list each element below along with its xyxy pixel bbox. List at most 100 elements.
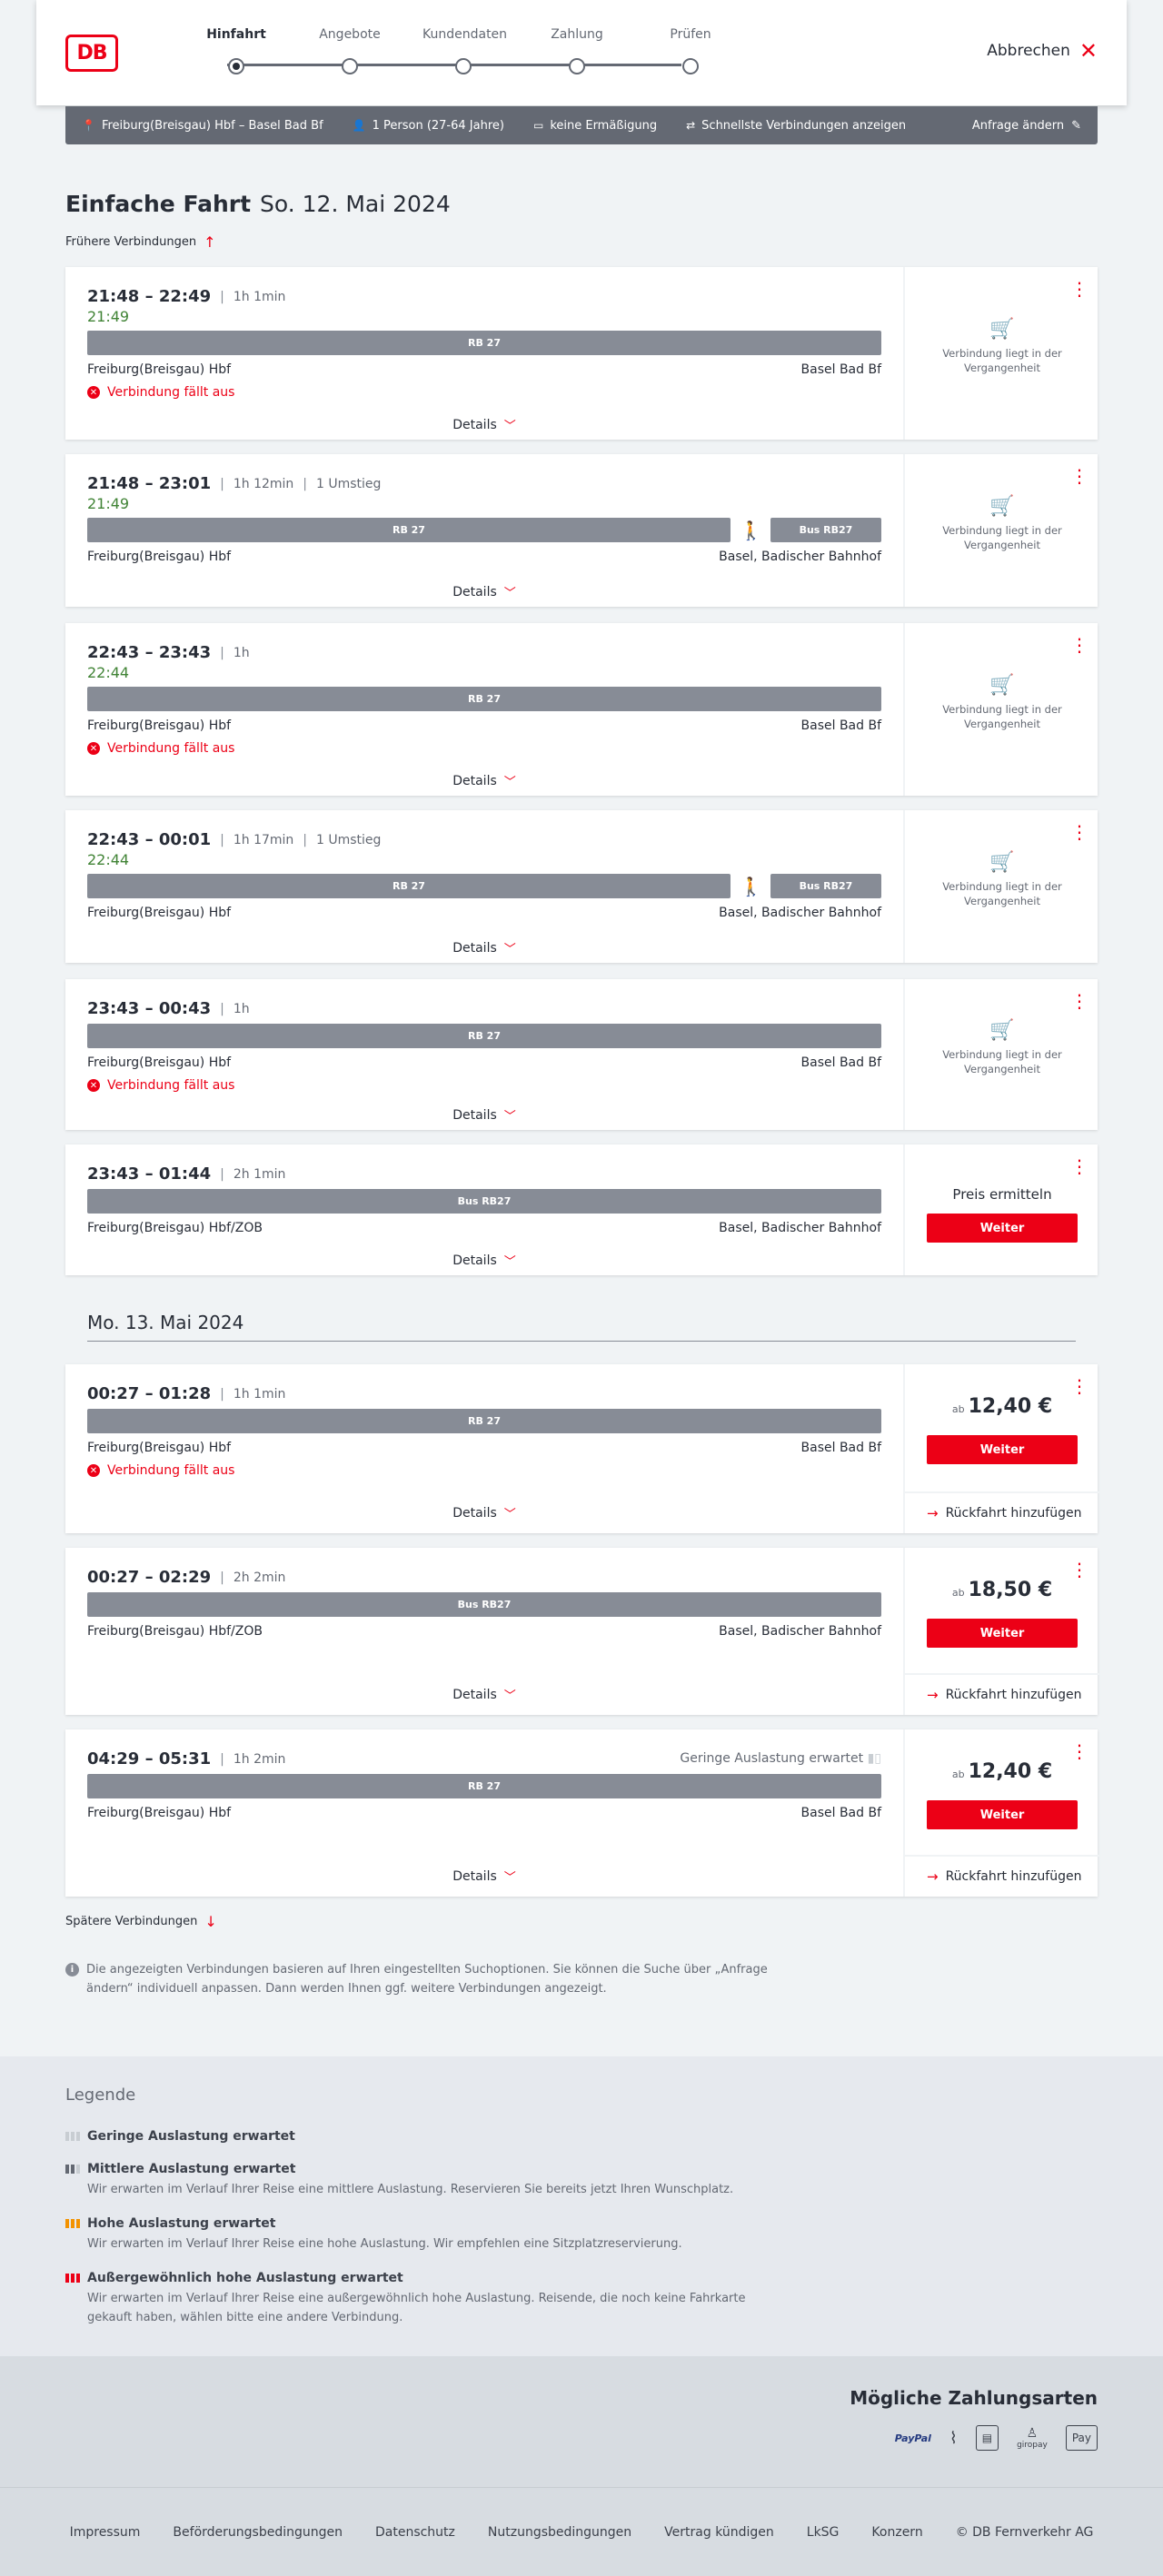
price-display: ab 18,50 € xyxy=(905,1579,1099,1601)
price-value: 12,40 € xyxy=(968,1395,1053,1418)
connection-card[interactable]: 22:43 – 00:01 | 1h 17min | 1 Umstieg 22:44 RB … xyxy=(65,810,1098,963)
connection-times-row: 23:43 – 00:43 | 1h xyxy=(87,999,881,1018)
connection-card[interactable]: 00:27 – 02:29 | 2h 2min Bus RB27 Freiburg(Br… xyxy=(65,1548,1099,1715)
destination-station: Basel Bad Bf xyxy=(800,362,881,377)
more-options-icon[interactable]: ⋮ xyxy=(1070,1377,1088,1395)
connection-card[interactable]: 04:29 – 05:31 | 1h 2min RB 27 Freiburg(Breis… xyxy=(65,1729,1099,1897)
cancel-x-icon: ✕ xyxy=(87,1079,100,1092)
connection-card[interactable]: 23:43 – 00:43 | 1h RB 27 Freiburg(Breisgau) … xyxy=(65,979,1098,1130)
pencil-icon: ✎ xyxy=(1071,118,1081,133)
walking-icon: 🚶 xyxy=(739,875,762,897)
legend-item-description: Wir erwarten im Verlauf Ihrer Reise eine… xyxy=(87,2183,734,2196)
more-options-icon[interactable]: ⋮ xyxy=(1070,280,1088,298)
occupancy-icon xyxy=(65,2165,80,2174)
origin-station: Freiburg(Breisgau) Hbf xyxy=(87,550,232,564)
destination-station: Basel Bad Bf xyxy=(800,718,881,733)
duration: 2h 1min xyxy=(233,1166,286,1182)
continue-button[interactable]: Weiter xyxy=(927,1214,1078,1243)
footer-link[interactable]: LkSG xyxy=(807,2525,840,2540)
route-summary: 📍 Freiburg(Breisgau) Hbf – Basel Bad Bf xyxy=(82,119,323,133)
return-label: Rückfahrt hinzufügen xyxy=(945,1506,1082,1521)
cancellation-text: Verbindung fällt aus xyxy=(107,385,235,400)
footer-link[interactable]: Datenschutz xyxy=(375,2525,455,2540)
realtime-departure: 21:49 xyxy=(87,495,130,512)
more-options-icon[interactable]: ⋮ xyxy=(1070,992,1088,1010)
legend-item: Außergewöhnlich hohe Auslastung erwartet… xyxy=(65,2271,792,2327)
details-label: Details xyxy=(452,773,497,788)
journey-bar: RB 27 🚶 Bus RB27 xyxy=(87,874,881,898)
route-text: Freiburg(Breisgau) Hbf – Basel Bad Bf xyxy=(101,118,323,133)
footer-link[interactable]: Nutzungsbedingungen xyxy=(488,2525,631,2540)
chevron-down-icon: ﹀ xyxy=(503,1110,516,1124)
more-options-icon[interactable]: ⋮ xyxy=(1070,823,1088,841)
more-options-icon[interactable]: ⋮ xyxy=(1070,1560,1088,1579)
legend-item: Geringe Auslastung erwartet xyxy=(65,2129,792,2144)
add-return-trip-link[interactable]: → Rückfahrt hinzufügen xyxy=(905,1855,1099,1897)
add-return-trip-link[interactable]: → Rückfahrt hinzufügen xyxy=(905,1491,1099,1533)
details-toggle[interactable]: Details ﹀ xyxy=(65,772,903,790)
stations-row: Freiburg(Breisgau) Hbf/ZOB Basel, Badisch… xyxy=(87,1624,881,1639)
more-options-icon[interactable]: ⋮ xyxy=(1070,636,1088,654)
footer-link[interactable]: Impressum xyxy=(70,2525,141,2540)
journey-bar: RB 27 🚶 Bus RB27 xyxy=(87,518,881,542)
edit-request-button[interactable]: Anfrage ändern ✎ xyxy=(972,119,1081,133)
next-day-header: Mo. 13. Mai 2024 xyxy=(87,1312,1076,1342)
journey-bar: RB 27 xyxy=(87,331,881,355)
more-options-icon[interactable]: ⋮ xyxy=(1070,1742,1088,1760)
occupancy-indicator: Geringe Auslastung erwartet ▮▯ xyxy=(680,1751,881,1766)
swap-arrows-icon: ⇄ xyxy=(686,119,696,132)
earlier-connections-link[interactable]: Frühere Verbindungen ↑ xyxy=(65,233,216,251)
more-options-icon[interactable]: ⋮ xyxy=(1070,467,1088,485)
journey-bar: RB 27 xyxy=(87,687,881,711)
footer-link[interactable]: Konzern xyxy=(871,2525,922,2540)
separator: | xyxy=(220,1570,224,1585)
chevron-down-icon: ﹀ xyxy=(503,1508,516,1521)
connection-card[interactable]: 22:43 – 23:43 | 1h 22:44 RB 27 Freiburg(Breis… xyxy=(65,623,1098,796)
footer-link[interactable]: Beförderungsbedingungen xyxy=(173,2525,343,2540)
step-label: Prüfen xyxy=(670,27,711,42)
connection-offer-panel: ⋮ 🛒 Verbindung liegt in der Vergangenheit xyxy=(903,623,1098,796)
details-toggle[interactable]: Details ﹀ xyxy=(65,1504,903,1522)
db-logo[interactable]: DB xyxy=(65,35,118,72)
details-toggle[interactable]: Details ﹀ xyxy=(65,1252,903,1270)
details-toggle[interactable]: Details ﹀ xyxy=(65,1868,903,1886)
details-toggle[interactable]: Details ﹀ xyxy=(65,1686,903,1704)
legend-item-title-row: Geringe Auslastung erwartet xyxy=(65,2129,792,2144)
connection-card[interactable]: 21:48 – 22:49 | 1h 1min 21:49 RB 27 Freiburg(… xyxy=(65,267,1098,440)
departure-arrival-time: 23:43 – 00:43 xyxy=(87,999,212,1018)
details-toggle[interactable]: Details ﹀ xyxy=(65,583,903,601)
connection-card[interactable]: 23:43 – 01:44 | 2h 1min Bus RB27 Freiburg(Br… xyxy=(65,1144,1098,1275)
legend-item-title-row: Außergewöhnlich hohe Auslastung erwartet xyxy=(65,2271,792,2285)
later-connections-link[interactable]: Spätere Verbindungen ↓ xyxy=(65,1913,217,1930)
info-icon: i xyxy=(65,1963,79,1977)
continue-button[interactable]: Weiter xyxy=(927,1619,1078,1648)
add-return-trip-link[interactable]: → Rückfahrt hinzufügen xyxy=(905,1673,1099,1715)
later-label: Spätere Verbindungen xyxy=(65,1915,198,1928)
continue-button[interactable]: Weiter xyxy=(927,1435,1078,1464)
connection-card[interactable]: 00:27 – 01:28 | 1h 1min RB 27 Freiburg(Breis… xyxy=(65,1364,1099,1533)
details-toggle[interactable]: Details ﹀ xyxy=(65,1106,903,1125)
cancellation-text: Verbindung fällt aus xyxy=(107,1463,235,1478)
step-1: Angebote xyxy=(309,27,391,74)
destination-station: Basel Bad Bf xyxy=(800,1055,881,1070)
connection-main: 04:29 – 05:31 | 1h 2min RB 27 Freiburg(Breis… xyxy=(65,1729,903,1897)
separator: | xyxy=(220,1386,224,1402)
continue-button[interactable]: Weiter xyxy=(927,1800,1078,1829)
stations-row: Freiburg(Breisgau) Hbf Basel, Badischer B… xyxy=(87,906,881,920)
more-options-icon[interactable]: ⋮ xyxy=(1070,1157,1088,1175)
cancellation-notice: ✕ Verbindung fällt aus xyxy=(87,1463,881,1478)
trip-date: So. 12. Mai 2024 xyxy=(260,191,451,217)
details-toggle[interactable]: Details ﹀ xyxy=(65,939,903,957)
footer-link[interactable]: Vertrag kündigen xyxy=(664,2525,774,2540)
connection-times-row: 00:27 – 02:29 | 2h 2min xyxy=(87,1568,881,1587)
cancel-button[interactable]: Abbrechen ✕ xyxy=(987,40,1098,62)
occupancy-legend: Legende Geringe Auslastung erwartet Mittl… xyxy=(0,2056,1163,2356)
connection-card[interactable]: 21:48 – 23:01 | 1h 12min | 1 Umstieg 21:49 RB … xyxy=(65,454,1098,607)
past-connection-notice: 🛒 Verbindung liegt in der Vergangenheit xyxy=(905,1021,1099,1076)
details-toggle[interactable]: Details ﹀ xyxy=(65,416,903,434)
apple-pay-logo: Pay xyxy=(1065,2425,1098,2451)
apple-pay-label: Pay xyxy=(1071,2432,1091,2444)
past-connection-text: Verbindung liegt in der Vergangenheit xyxy=(942,880,1062,907)
step-label: Angebote xyxy=(319,27,381,42)
past-connection-text: Verbindung liegt in der Vergangenheit xyxy=(942,347,1062,374)
